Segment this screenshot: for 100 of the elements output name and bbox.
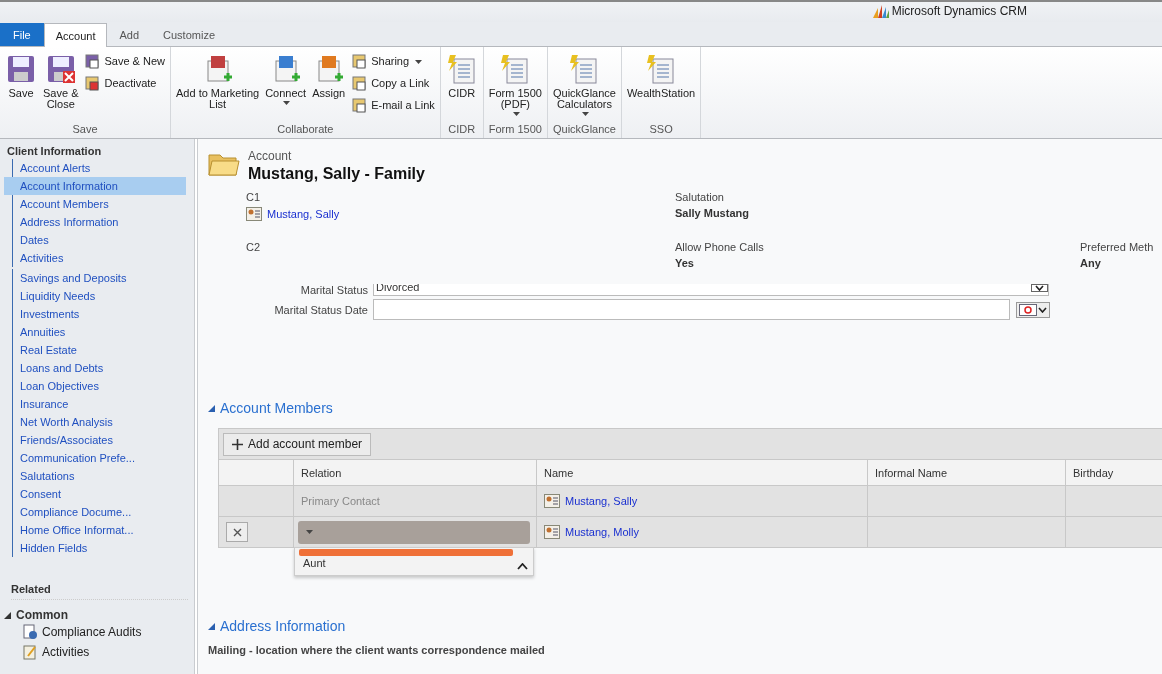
ribbon-button[interactable]: E-mail a Link bbox=[348, 95, 438, 115]
ribbon-button[interactable]: Connect bbox=[262, 51, 310, 107]
contact-link[interactable]: Mustang, Sally bbox=[267, 208, 340, 220]
sidebar-item[interactable]: Account Alerts bbox=[4, 159, 186, 177]
plus-icon bbox=[232, 438, 243, 450]
sidebar-item[interactable]: Compliance Docume... bbox=[4, 503, 186, 521]
ribbon-button[interactable]: Save & Close bbox=[40, 51, 82, 112]
date-field[interactable] bbox=[373, 299, 1010, 320]
sidebar-item[interactable]: Investments bbox=[4, 305, 186, 323]
related-item[interactable]: Compliance Audits bbox=[4, 622, 142, 642]
collapse-icon[interactable] bbox=[4, 611, 11, 619]
field-value: Sally Mustang bbox=[675, 207, 750, 219]
sidebar-item[interactable]: Activities bbox=[4, 249, 186, 267]
sidebar-heading: Client Information bbox=[6, 145, 103, 157]
sidebar-item[interactable]: Address Information bbox=[4, 213, 186, 231]
sidebar-item[interactable]: Salutations bbox=[4, 467, 186, 485]
field-label: Marital Status Date bbox=[273, 303, 369, 316]
document-icon bbox=[84, 75, 101, 91]
sidebar-item[interactable]: Real Estate bbox=[4, 341, 186, 359]
contact-link[interactable]: Mustang, Sally bbox=[565, 495, 638, 507]
field-label: Salutation bbox=[675, 191, 725, 203]
ribbon-button[interactable]: CIDR bbox=[442, 51, 481, 101]
select-field[interactable]: Divorced bbox=[373, 284, 1049, 296]
ribbon-group-label: Save bbox=[71, 123, 99, 137]
calendar-icon[interactable] bbox=[1016, 301, 1050, 318]
document-icon bbox=[351, 97, 368, 113]
table-cell: Primary Contact bbox=[301, 495, 380, 507]
sidebar-item[interactable]: Net Worth Analysis bbox=[4, 413, 186, 431]
sidebar-item[interactable]: Loans and Debts bbox=[4, 359, 186, 377]
ribbon-group-label: SSO bbox=[648, 123, 674, 137]
field-value: Any bbox=[1080, 257, 1102, 269]
record-type: Account bbox=[248, 149, 293, 163]
field-label: C1 bbox=[246, 191, 262, 203]
sidebar-item[interactable]: Account Members bbox=[4, 195, 186, 213]
section-heading: Account Members bbox=[220, 400, 333, 416]
ribbon-button[interactable]: QuickGlance Calculators bbox=[549, 51, 619, 118]
contact-card-icon bbox=[544, 525, 560, 539]
ribbon-button[interactable]: Assign bbox=[309, 51, 349, 101]
section-caption: Mailing - location where the client wants correspondence mailed bbox=[208, 644, 546, 656]
ribbon-tab[interactable]: Customize bbox=[151, 23, 228, 46]
column-header[interactable]: Informal Name bbox=[868, 460, 1066, 485]
contact-card-icon bbox=[246, 207, 262, 221]
ribbon-tab[interactable]: File bbox=[0, 23, 44, 46]
document-icon bbox=[351, 53, 368, 69]
field-value: Yes bbox=[675, 257, 695, 269]
collapse-icon[interactable] bbox=[208, 622, 215, 630]
ribbon-button[interactable]: Save & New bbox=[81, 51, 168, 71]
ribbon-tab[interactable]: Add bbox=[107, 23, 152, 46]
sidebar-item[interactable]: Loan Objectives bbox=[4, 377, 186, 395]
related-item[interactable]: Activities bbox=[4, 642, 90, 662]
section-heading: Common bbox=[16, 608, 68, 622]
ribbon-group-label: Collaborate bbox=[276, 123, 335, 137]
gear-icon bbox=[22, 624, 38, 640]
scroll-up-icon[interactable] bbox=[517, 563, 528, 570]
sidebar-item[interactable]: Hidden Fields bbox=[4, 539, 186, 557]
sidebar-item[interactable]: Liquidity Needs bbox=[4, 287, 186, 305]
brand-name: Microsoft Dynamics CRM bbox=[891, 4, 1027, 18]
ribbon-group-label: Form 1500 bbox=[487, 123, 543, 137]
ribbon-button[interactable]: Save bbox=[2, 51, 40, 101]
close-icon bbox=[232, 527, 242, 537]
ribbon-button[interactable]: Add to Marketing List bbox=[173, 51, 263, 112]
sidebar-item[interactable]: Communication Prefe... bbox=[4, 449, 186, 467]
ribbon-button[interactable]: Sharing bbox=[348, 51, 438, 71]
sidebar-item[interactable]: Annuities bbox=[4, 323, 186, 341]
document-icon bbox=[84, 53, 101, 69]
sidebar-item[interactable]: Friends/Associates bbox=[4, 431, 186, 449]
document-icon bbox=[351, 75, 368, 91]
record-title: Mustang, Sally - Family bbox=[248, 165, 425, 183]
field-label: C2 bbox=[246, 241, 262, 253]
ribbon-group-label: CIDR bbox=[447, 123, 477, 137]
section-heading: Address Information bbox=[220, 618, 346, 634]
field-label: Allow Phone Calls bbox=[675, 241, 765, 253]
sidebar-item[interactable]: Dates bbox=[4, 231, 186, 249]
brand-logo-icon bbox=[872, 4, 889, 18]
column-header[interactable]: Birthday bbox=[1066, 460, 1162, 485]
collapse-icon[interactable] bbox=[208, 404, 215, 412]
sidebar-item[interactable]: Consent bbox=[4, 485, 186, 503]
contact-card-icon bbox=[544, 494, 560, 508]
ribbon-button[interactable]: Form 1500 (PDF) bbox=[485, 51, 545, 118]
ribbon-group-label: QuickGlance bbox=[551, 123, 617, 137]
contact-link[interactable]: Mustang, Molly bbox=[565, 526, 639, 538]
field-label: Marital Status bbox=[299, 284, 369, 296]
sidebar-item[interactable]: Home Office Informat... bbox=[4, 521, 186, 539]
ribbon-button[interactable]: Copy a Link bbox=[348, 73, 438, 93]
sidebar-item[interactable]: Account Information bbox=[4, 177, 186, 195]
column-header[interactable]: Name bbox=[537, 460, 868, 485]
sidebar-item[interactable]: Savings and Deposits bbox=[4, 269, 186, 287]
document-icon bbox=[445, 53, 478, 85]
sidebar-item[interactable]: Insurance bbox=[4, 395, 186, 413]
add-member-button[interactable]: Add account member bbox=[223, 432, 372, 456]
remove-button[interactable] bbox=[226, 522, 248, 542]
notepad-icon bbox=[22, 644, 38, 660]
ribbon-tab[interactable]: Account bbox=[43, 23, 108, 47]
sidebar-heading: Related bbox=[11, 583, 188, 600]
ribbon-button[interactable]: Deactivate bbox=[81, 73, 168, 93]
ribbon-button[interactable]: WealthStation bbox=[623, 51, 699, 101]
field-label: Preferred Meth bbox=[1080, 241, 1155, 253]
dropdown-icon bbox=[1031, 284, 1048, 292]
column-header[interactable]: Relation bbox=[294, 460, 537, 485]
dropdown-option[interactable]: Aunt bbox=[295, 556, 511, 570]
